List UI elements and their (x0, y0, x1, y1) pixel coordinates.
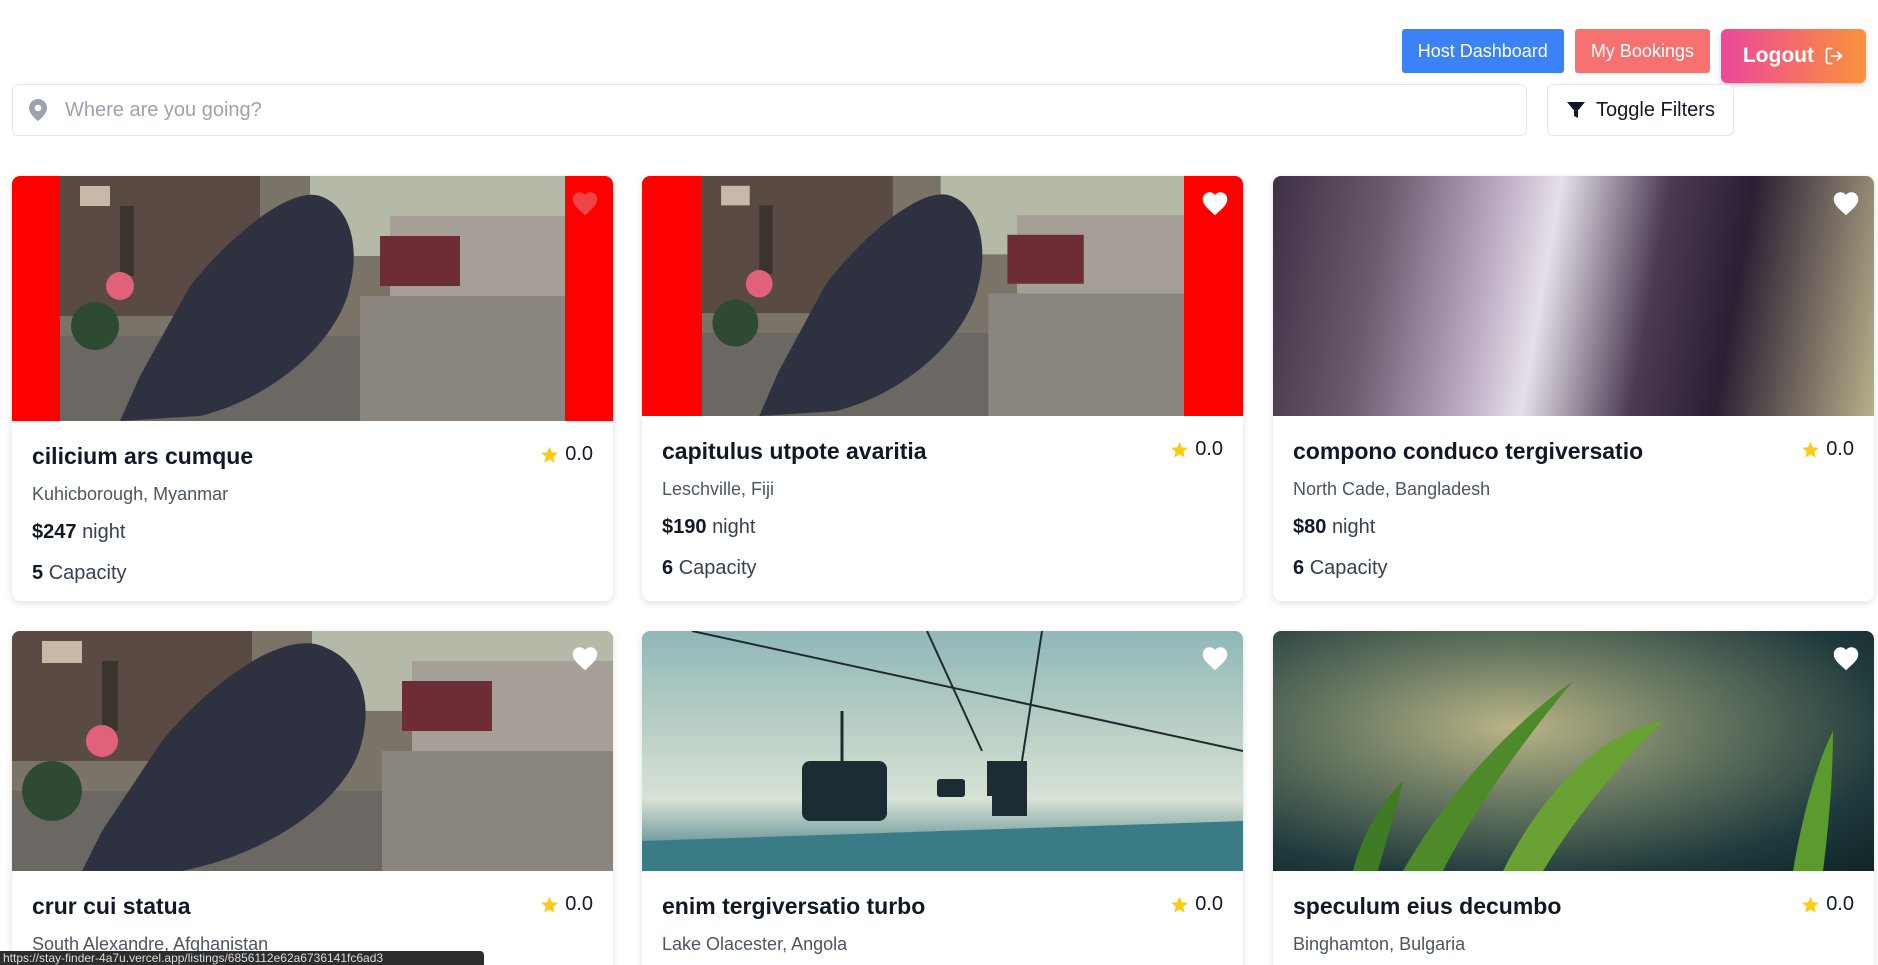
heart-icon[interactable] (1201, 645, 1229, 671)
toggle-filters-button[interactable]: Toggle Filters (1547, 84, 1734, 136)
my-bookings-button[interactable]: My Bookings (1574, 29, 1710, 73)
listing-rating: 0.0 (540, 893, 593, 916)
listing-capacity: 6 Capacity (662, 557, 757, 579)
listing-price: $247 night (32, 521, 126, 543)
listing-card[interactable]: enim tergiversatio turbo 0.0 Lake Olaces… (642, 631, 1243, 965)
listing-location: Leschville, Fiji (662, 479, 775, 499)
search-bar (12, 84, 1527, 136)
listing-location: North Cade, Bangladesh (1293, 479, 1491, 499)
star-icon (1171, 896, 1189, 913)
listing-location: Lake Olacester, Angola (662, 934, 848, 954)
listing-card[interactable]: crur cui statua 0.0 South Alexandre, Afg… (12, 631, 613, 965)
listing-card[interactable]: speculum eius decumbo 0.0 Binghamton, Bu… (1273, 631, 1874, 965)
listing-image (12, 631, 613, 871)
listing-title: capitulus utpote avaritia (662, 438, 927, 464)
status-bar-url: https://stay-finder-4a7u.vercel.app/list… (0, 951, 484, 965)
listing-title: enim tergiversatio turbo (662, 893, 926, 919)
listing-rating: 0.0 (1801, 893, 1854, 916)
listing-location: Kuhicborough, Myanmar (32, 484, 229, 504)
listing-image (642, 631, 1243, 871)
logout-button[interactable]: Logout (1720, 29, 1866, 83)
logout-label: Logout (1742, 44, 1814, 67)
listing-capacity: 5 Capacity (32, 562, 127, 584)
listing-image (1273, 631, 1874, 871)
star-icon (1802, 896, 1820, 913)
map-pin-icon (29, 99, 47, 121)
listing-rating: 0.0 (1801, 438, 1854, 461)
listing-card[interactable]: cilicium ars cumque 0.0 Kuhicborough, My… (12, 176, 613, 601)
star-icon (541, 446, 559, 463)
heart-icon[interactable] (571, 645, 599, 671)
listing-location: Binghamton, Bulgaria (1293, 934, 1466, 954)
listing-image (12, 176, 613, 421)
logout-icon (1825, 47, 1843, 65)
top-nav: Host Dashboard My Bookings Logout (1401, 29, 1866, 83)
listing-card[interactable]: capitulus utpote avaritia 0.0 Leschville… (642, 176, 1243, 601)
heart-icon[interactable] (1832, 190, 1860, 216)
host-dashboard-button[interactable]: Host Dashboard (1401, 29, 1564, 73)
heart-icon[interactable] (1832, 645, 1860, 671)
listing-title: cilicium ars cumque (32, 443, 254, 469)
listing-title: speculum eius decumbo (1293, 893, 1562, 919)
filter-icon (1567, 102, 1586, 118)
toggle-filters-label: Toggle Filters (1596, 98, 1715, 121)
listing-rating: 0.0 (1170, 893, 1223, 916)
listing-image (642, 176, 1243, 416)
listing-card[interactable]: compono conduco tergiversatio 0.0 North … (1273, 176, 1874, 601)
listing-title: crur cui statua (32, 893, 191, 919)
listing-rating: 0.0 (1170, 438, 1223, 461)
listing-title: compono conduco tergiversatio (1293, 438, 1644, 464)
listing-price: $190 night (662, 516, 756, 538)
search-input[interactable] (65, 98, 1465, 122)
star-icon (541, 896, 559, 913)
listing-price: $80 night (1293, 516, 1376, 538)
heart-icon[interactable] (1201, 190, 1229, 216)
star-icon (1802, 441, 1820, 458)
listing-capacity: 6 Capacity (1293, 557, 1388, 579)
heart-icon[interactable] (571, 190, 599, 216)
listing-image (1273, 176, 1874, 416)
star-icon (1171, 441, 1189, 458)
listing-rating: 0.0 (540, 443, 593, 466)
